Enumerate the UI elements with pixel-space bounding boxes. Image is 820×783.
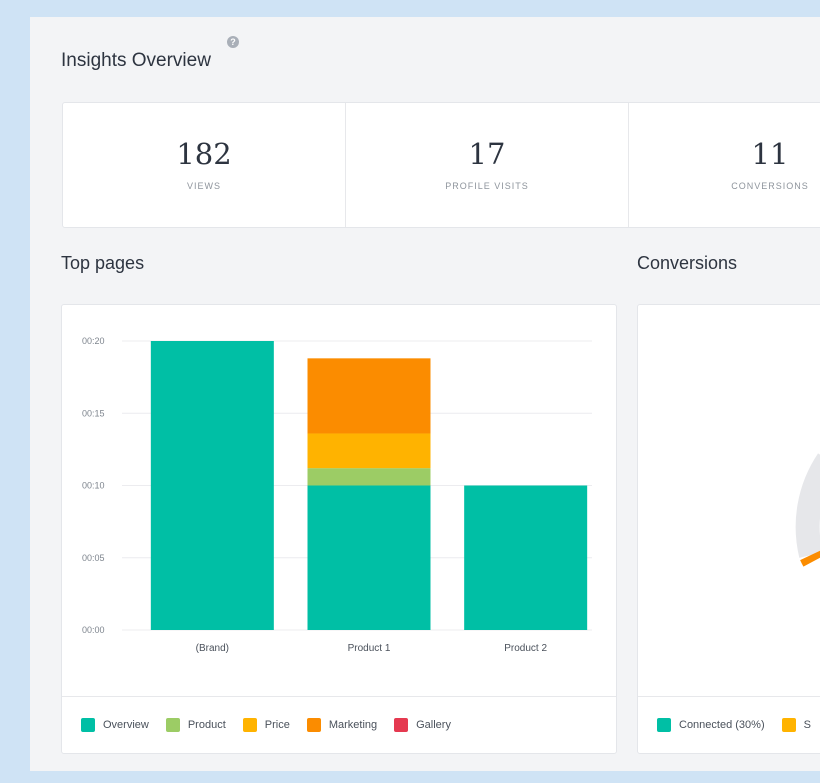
donut-segment-orange [800,550,820,567]
legend-label: Marketing [328,719,378,731]
x-tick-label: Product 2 [504,643,547,654]
bar-segment-product [307,468,431,486]
x-tick-label: (Brand) [196,643,229,654]
stat-label: VIEWS [186,181,221,191]
legend-label: Price [264,719,290,731]
legend-swatch [165,718,180,732]
legend-label: S [803,719,811,731]
stat-value: 11 [751,137,789,171]
legend-item-connected[interactable]: Connected (30%) [657,718,765,732]
y-tick-label: 00:10 [82,481,105,491]
bar-segment-overview [150,341,274,630]
legend-swatch [657,718,671,732]
legend-label: Overview [103,719,149,731]
top-pages-title: Top pages [61,253,145,273]
stat-conversions: 11 CONVERSIONS [629,103,820,227]
x-tick-label: Product 1 [348,643,391,654]
help-icon[interactable]: ? [227,36,239,48]
bar-segment-overview [464,485,588,630]
legend-label: Connected (30%) [679,719,765,731]
stat-label: CONVERSIONS [731,181,809,191]
stat-value: 182 [176,137,232,171]
legend-item-price[interactable]: Price [242,718,290,732]
y-tick-label: 00:05 [82,553,105,563]
stat-views: 182 VIEWS [63,103,346,227]
donut-segment-grey [795,453,820,558]
stat-label: PROFILE VISITS [445,181,529,191]
top-pages-chart: 00:00 00:05 00:10 00:15 00:20 (Brand) Product … [82,336,592,654]
legend-label: Gallery [416,719,451,731]
legend-item-marketing[interactable]: Marketing [306,718,378,732]
conversions-card: Connected (30%) S [637,304,820,754]
y-tick-label: 00:20 [82,336,105,346]
stat-value: 17 [468,137,506,171]
top-pages-card: 00:00 00:05 00:10 00:15 00:20 (Brand) Product … [61,304,617,754]
legend-swatch [306,718,321,732]
conversions-legend: Connected (30%) S [638,696,820,753]
legend-item-s[interactable]: S [781,718,811,732]
legend-item-overview[interactable]: Overview [81,718,149,732]
stat-profile-visits: 17 PROFILE VISITS [346,103,629,227]
bar-segment-overview [307,485,431,630]
stats-row: 182 VIEWS 17 PROFILE VISITS 11 CONVERSIO… [62,102,820,228]
conversions-donut [795,453,820,567]
insights-panel: Insights Overview ? 182 VIEWS 17 PROFILE… [30,17,820,771]
legend-swatch [394,718,409,732]
page-title: Insights Overview [61,50,211,71]
bar-segment-marketing [307,358,431,434]
legend-swatch [81,718,95,732]
legend-item-product[interactable]: Product [165,718,226,732]
legend-label: Product [187,719,226,731]
top-pages-legend: Overview Product Price Marketing Gallery [62,696,616,753]
legend-swatch [781,718,796,732]
legend-swatch [242,718,257,732]
bar-segment-price [307,433,431,469]
conversions-title: Conversions [637,253,738,273]
y-tick-label: 00:15 [82,408,105,418]
y-tick-label: 00:00 [82,625,105,635]
legend-item-gallery[interactable]: Gallery [394,718,451,732]
